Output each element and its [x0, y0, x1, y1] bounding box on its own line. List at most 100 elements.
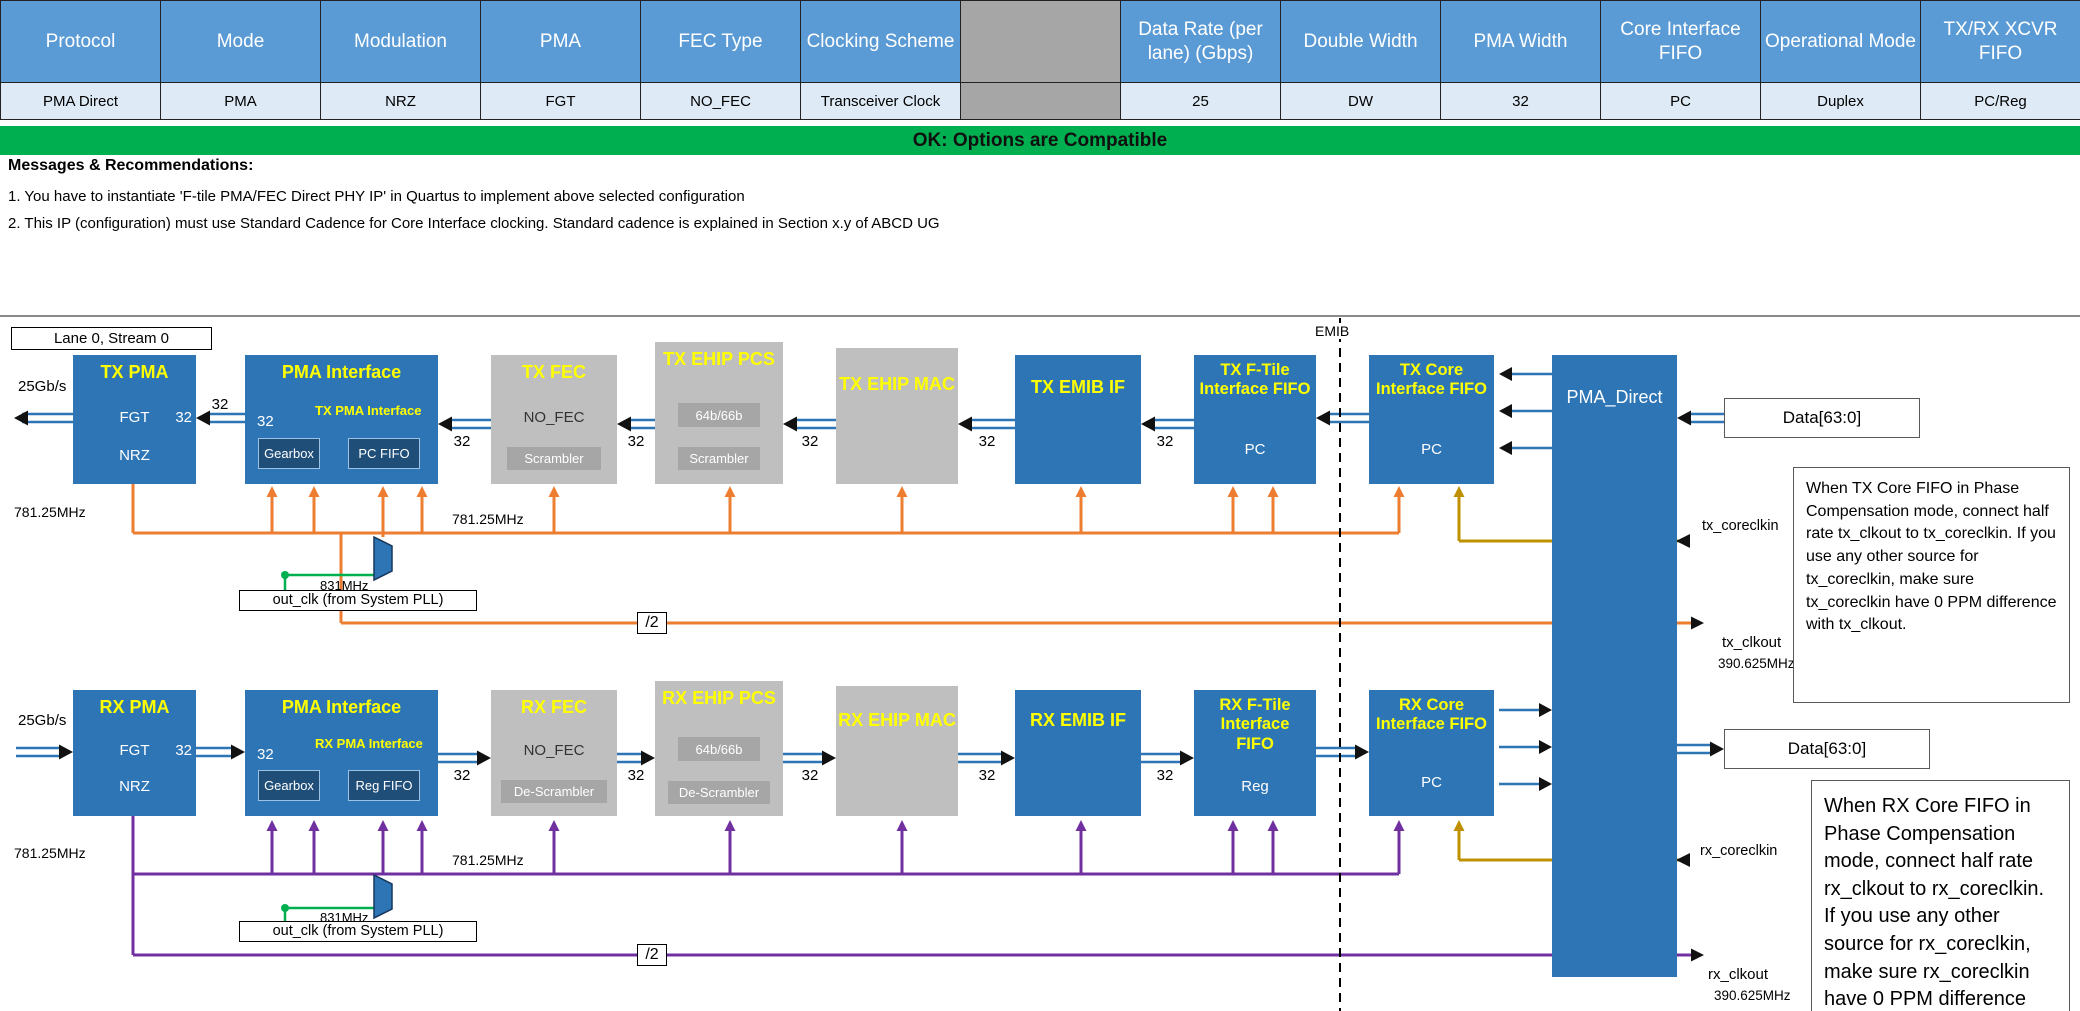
rx-clkout-label: rx_clkout	[1708, 966, 1768, 983]
rx-ftile-fifo-title: RX F-Tile Interface FIFO	[1194, 690, 1316, 754]
tx-pma-nrz: NRZ	[73, 447, 196, 464]
rx-bus-width-2: 32	[628, 767, 645, 784]
rx-pma-interface-title: PMA Interface	[245, 690, 438, 718]
tx-bus-width-6: 32	[1157, 433, 1174, 450]
tx-core-fifo-note: When TX Core FIFO in Phase Compensation …	[1793, 467, 2070, 703]
rx-pma-width: 32	[175, 742, 192, 759]
rx-fec-title: RX FEC	[491, 690, 617, 718]
tx-coreclkin-arrowhead	[1676, 534, 1690, 548]
rx-fec-descrambler: De-Scrambler	[501, 780, 607, 803]
rx-fec-block: RX FEC NO_FEC De-Scrambler	[491, 690, 617, 816]
tx-pma-interface-block: PMA Interface TX PMA Interface 32 Gearbo…	[245, 355, 438, 484]
tx-clkout-label: tx_clkout	[1722, 634, 1781, 651]
rx-emib-if-block: RX EMIB IF	[1015, 690, 1141, 816]
tx-pma-title: TX PMA	[73, 355, 196, 383]
tx-fec-block: TX FEC NO_FEC Scrambler	[491, 355, 617, 484]
rx-bus-width-5: 32	[1157, 767, 1174, 784]
diagram-wires	[0, 0, 2080, 1011]
rx-pcs-encoder: 64b/66b	[678, 737, 760, 761]
tx-fec-mode: NO_FEC	[491, 409, 617, 426]
rx-divider-box: /2	[637, 944, 667, 966]
rx-clkout-arrowhead	[1691, 949, 1704, 962]
tx-ftile-fifo-title: TX F-Tile Interface FIFO	[1194, 355, 1316, 400]
rx-out-clk-box: out_clk (from System PLL)	[239, 921, 477, 942]
tx-divider-box: /2	[637, 612, 667, 634]
tx-pc-fifo-block: PC FIFO	[348, 438, 420, 469]
tx-emib-if-block: TX EMIB IF	[1015, 355, 1141, 484]
tx-clock-mux	[374, 537, 392, 580]
rx-ftile-fifo-mode: Reg	[1194, 778, 1316, 795]
rx-clk-rate-label-mid: 781.25MHz	[452, 852, 524, 868]
tx-clk-rate-label-mid: 781.25MHz	[452, 511, 524, 527]
rx-pma-nrz: NRZ	[73, 778, 196, 795]
tx-core-fifo-mode: PC	[1369, 441, 1494, 458]
tx-ftile-fifo-block: TX F-Tile Interface FIFO PC	[1194, 355, 1316, 484]
tx-pma-interface-title: PMA Interface	[245, 355, 438, 383]
tx-ehip-pcs-title: TX EHIP PCS	[655, 342, 783, 370]
tx-clkout-arrowhead	[1691, 617, 1704, 630]
rx-reg-fifo-block: Reg FIFO	[348, 770, 420, 801]
tx-pma-block: TX PMA FGT NRZ 32	[73, 355, 196, 484]
rx-pma-interface-width: 32	[257, 746, 274, 763]
tx-fec-scrambler: Scrambler	[507, 447, 601, 470]
tx-core-fifo-block: TX Core Interface FIFO PC	[1369, 355, 1494, 484]
rx-line-rate-label: 25Gb/s	[18, 712, 66, 729]
rx-bus-width-3: 32	[802, 767, 819, 784]
rx-clkout-rate-label: 390.625MHz	[1714, 988, 1791, 1003]
rx-core-fifo-mode: PC	[1369, 774, 1494, 791]
tx-coreclkin-label: tx_coreclkin	[1702, 518, 1779, 534]
emib-label: EMIB	[1312, 323, 1352, 339]
tx-pma-width: 32	[175, 409, 192, 426]
rx-core-fifo-title: RX Core Interface FIFO	[1369, 690, 1494, 735]
tx-clkout-rate-label: 390.625MHz	[1718, 656, 1795, 671]
tx-ehip-mac-block: TX EHIP MAC	[836, 348, 958, 484]
rx-ftile-fifo-block: RX F-Tile Interface FIFO Reg	[1194, 690, 1316, 816]
rx-clock-arrowheads	[267, 820, 1405, 831]
tx-out-clk-box: out_clk (from System PLL)	[239, 590, 477, 611]
rx-ehip-mac-block: RX EHIP MAC	[836, 686, 958, 816]
tx-ftile-fifo-mode: PC	[1194, 441, 1316, 458]
tx-pcs-scrambler: Scrambler	[678, 447, 760, 470]
rx-bus-width-4: 32	[979, 767, 996, 784]
tx-clk-rate-label-left: 781.25MHz	[14, 504, 86, 520]
tx-bus-width-2: 32	[454, 433, 471, 450]
tx-bus-width-1: 32	[212, 396, 229, 413]
rx-pma-title: RX PMA	[73, 690, 196, 718]
rx-ehip-pcs-title: RX EHIP PCS	[655, 681, 783, 709]
tx-bus-width-5: 32	[979, 433, 996, 450]
tx-gearbox-block: Gearbox	[258, 438, 320, 469]
rx-ehip-mac-title: RX EHIP MAC	[836, 686, 958, 731]
rx-coreclkin-arrowhead	[1676, 853, 1690, 867]
rx-core-fifo-block: RX Core Interface FIFO PC	[1369, 690, 1494, 816]
tx-ehip-pcs-block: TX EHIP PCS 64b/66b Scrambler	[655, 342, 783, 484]
rx-data-bus-box: Data[63:0]	[1724, 729, 1930, 769]
pma-direct-title: PMA_Direct	[1552, 355, 1677, 408]
rx-pma-block: RX PMA FGT NRZ 32	[73, 690, 196, 816]
tx-bus-width-3: 32	[628, 433, 645, 450]
rx-ehip-pcs-block: RX EHIP PCS 64b/66b De-Scrambler	[655, 681, 783, 816]
tx-fec-title: TX FEC	[491, 355, 617, 383]
tx-core-fifo-title: TX Core Interface FIFO	[1369, 355, 1494, 400]
lane-stream-label: Lane 0, Stream 0	[11, 327, 212, 350]
tx-bus-width-4: 32	[802, 433, 819, 450]
rx-core-fifo-note: When RX Core FIFO in Phase Compensation …	[1811, 780, 2070, 1011]
rx-fec-mode: NO_FEC	[491, 742, 617, 759]
pma-direct-block: PMA_Direct	[1552, 355, 1677, 977]
page: ProtocolPMA Direct ModePMA ModulationNRZ…	[0, 0, 2080, 1011]
rx-emib-if-title: RX EMIB IF	[1015, 690, 1141, 731]
rx-bus-width-1: 32	[454, 767, 471, 784]
rx-clock-mux	[374, 875, 392, 918]
rx-coreclkin-label: rx_coreclkin	[1700, 843, 1777, 859]
tx-line-rate-label: 25Gb/s	[18, 378, 66, 395]
tx-data-bus-box: Data[63:0]	[1724, 398, 1920, 438]
tx-emib-if-title: TX EMIB IF	[1015, 355, 1141, 398]
rx-pcs-descrambler: De-Scrambler	[668, 781, 770, 804]
tx-pma-interface-sublabel: TX PMA Interface	[315, 403, 421, 418]
rx-clk-rate-label-left: 781.25MHz	[14, 845, 86, 861]
tx-ehip-mac-title: TX EHIP MAC	[836, 348, 958, 395]
rx-gearbox-block: Gearbox	[258, 770, 320, 801]
tx-pma-interface-width: 32	[257, 413, 274, 430]
rx-pma-interface-block: PMA Interface RX PMA Interface 32 Gearbo…	[245, 690, 438, 816]
rx-pma-interface-sublabel: RX PMA Interface	[315, 736, 423, 751]
tx-pcs-encoder: 64b/66b	[678, 403, 760, 427]
